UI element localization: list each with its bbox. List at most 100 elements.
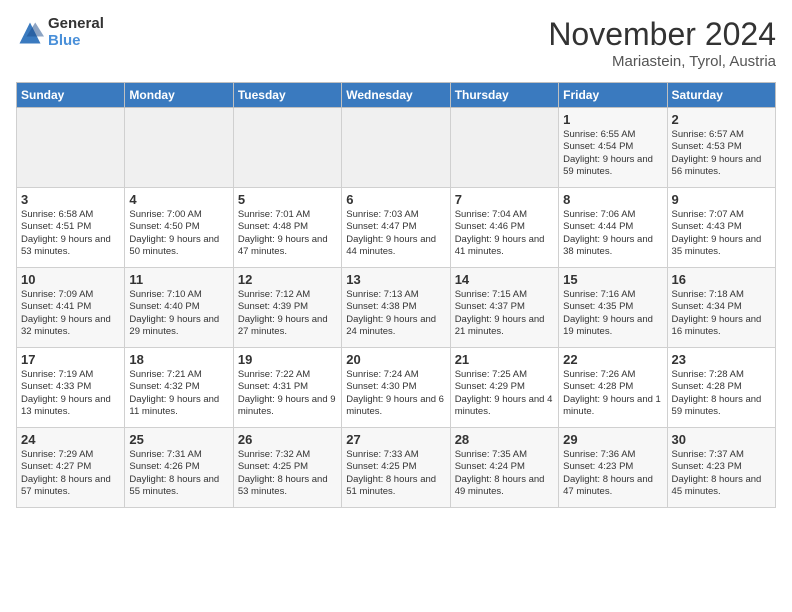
month-title: November 2024 bbox=[548, 16, 776, 53]
day-info: Sunset: 4:35 PM bbox=[563, 301, 662, 313]
day-info: Daylight: 9 hours and 16 minutes. bbox=[672, 314, 771, 339]
day-info: Daylight: 9 hours and 27 minutes. bbox=[238, 314, 337, 339]
day-info: Sunset: 4:25 PM bbox=[346, 461, 445, 473]
day-info: Sunrise: 7:29 AM bbox=[21, 449, 120, 461]
calendar-cell: 24Sunrise: 7:29 AMSunset: 4:27 PMDayligh… bbox=[17, 428, 125, 508]
logo-general: General bbox=[48, 16, 104, 33]
title-area: November 2024 Mariastein, Tyrol, Austria bbox=[548, 16, 776, 70]
calendar-cell: 14 Sunrise: 7:15 AMSunset: 4:37 PMDayligh… bbox=[450, 268, 558, 348]
calendar-cell: 26Sunrise: 7:32 AMSunset: 4:25 PMDayligh… bbox=[233, 428, 341, 508]
day-info: Sunrise: 7:24 AM bbox=[346, 369, 445, 381]
day-number: 3 bbox=[21, 192, 120, 207]
day-number: 10 bbox=[21, 272, 120, 287]
calendar-week-3: 10Sunrise: 7:09 AMSunset: 4:41 PMDayligh… bbox=[17, 268, 776, 348]
day-info: Sunrise: 7:06 AM bbox=[563, 209, 662, 221]
day-info: Sunset: 4:25 PM bbox=[238, 461, 337, 473]
day-info: Sunrise: 7:36 AM bbox=[563, 449, 662, 461]
day-number: 24 bbox=[21, 432, 120, 447]
day-info: Sunrise: 7:00 AM bbox=[129, 209, 228, 221]
day-info: Sunrise: 7:19 AM bbox=[21, 369, 120, 381]
day-number: 12 bbox=[238, 272, 337, 287]
day-info: Daylight: 9 hours and 32 minutes. bbox=[21, 314, 120, 339]
day-info: Sunrise: 7:04 AM bbox=[455, 209, 554, 221]
calendar-header-thursday: Thursday bbox=[450, 83, 558, 108]
day-number: 13 bbox=[346, 272, 445, 287]
day-info: Daylight: 9 hours and 4 minutes. bbox=[455, 394, 554, 419]
day-info: Sunset: 4:27 PM bbox=[21, 461, 120, 473]
day-number: 14 bbox=[455, 272, 554, 287]
day-number: 18 bbox=[129, 352, 228, 367]
logo: General Blue bbox=[16, 16, 104, 49]
day-info: Sunrise: 7:32 AM bbox=[238, 449, 337, 461]
calendar-cell: 13Sunrise: 7:13 AMSunset: 4:38 PMDayligh… bbox=[342, 268, 450, 348]
day-info: Sunrise: 7:07 AM bbox=[672, 209, 771, 221]
day-info: Sunset: 4:32 PM bbox=[129, 381, 228, 393]
day-info: Sunset: 4:23 PM bbox=[672, 461, 771, 473]
day-info: Sunrise: 7:15 AM bbox=[455, 289, 554, 301]
calendar-cell: 7Sunrise: 7:04 AMSunset: 4:46 PMDaylight… bbox=[450, 188, 558, 268]
day-number: 6 bbox=[346, 192, 445, 207]
day-info: Sunset: 4:33 PM bbox=[21, 381, 120, 393]
calendar-week-5: 24 Sunrise: 7:29 AMSunset: 4:27 PM Dayligh… bbox=[17, 428, 776, 508]
day-info: Sunset: 4:46 PM bbox=[455, 221, 554, 233]
day-number: 9 bbox=[672, 192, 771, 207]
day-info: Sunset: 4:51 PM bbox=[21, 221, 120, 233]
calendar-cell: 12Sunrise: 7:12 AMSunset: 4:39 PMDayligh… bbox=[233, 268, 341, 348]
day-number: 8 bbox=[563, 192, 662, 207]
day-info: Sunrise: 7:31 AM bbox=[129, 449, 228, 461]
day-info: Sunset: 4:44 PM bbox=[563, 221, 662, 233]
day-info: Daylight: 8 hours and 51 minutes. bbox=[346, 474, 445, 499]
day-info: Daylight: 9 hours and 21 minutes. bbox=[455, 314, 554, 339]
day-info: Daylight: 9 hours and 19 minutes. bbox=[563, 314, 662, 339]
day-number: 11 bbox=[129, 272, 228, 287]
day-info: Sunset: 4:50 PM bbox=[129, 221, 228, 233]
day-number: 30 bbox=[672, 432, 771, 447]
day-number: 28 bbox=[455, 432, 554, 447]
calendar-cell: 17Sunrise: 7:19 AMSunset: 4:33 PMDayligh… bbox=[17, 348, 125, 428]
day-info: Daylight: 9 hours and 9 minutes. bbox=[238, 394, 337, 419]
day-info: Sunrise: 7:22 AM bbox=[238, 369, 337, 381]
day-info: Daylight: 9 hours and 24 minutes. bbox=[346, 314, 445, 339]
day-info: Sunrise: 7:37 AM bbox=[672, 449, 771, 461]
logo-icon bbox=[16, 19, 44, 47]
calendar-cell: 21Sunrise: 7:25 AMSunset: 4:29 PMDayligh… bbox=[450, 348, 558, 428]
day-info: Sunrise: 7:28 AM bbox=[672, 369, 771, 381]
calendar-cell bbox=[17, 108, 125, 188]
day-number: 5 bbox=[238, 192, 337, 207]
day-info: Sunset: 4:28 PM bbox=[672, 381, 771, 393]
day-info: Sunrise: 7:25 AM bbox=[455, 369, 554, 381]
day-number: 7 bbox=[455, 192, 554, 207]
day-info: Daylight: 8 hours and 55 minutes. bbox=[129, 474, 228, 499]
day-info: Sunset: 4:48 PM bbox=[238, 221, 337, 233]
calendar-cell: 2Sunrise: 6:57 AMSunset: 4:53 PMDaylight… bbox=[667, 108, 775, 188]
calendar-cell: 19Sunrise: 7:22 AMSunset: 4:31 PMDayligh… bbox=[233, 348, 341, 428]
day-info: Sunset: 4:30 PM bbox=[346, 381, 445, 393]
calendar-cell: 23Sunrise: 7:28 AMSunset: 4:28 PMDayligh… bbox=[667, 348, 775, 428]
day-info: Sunrise: 7:01 AM bbox=[238, 209, 337, 221]
calendar-cell: 6Sunrise: 7:03 AMSunset: 4:47 PMDaylight… bbox=[342, 188, 450, 268]
calendar-cell: 5Sunrise: 7:01 AMSunset: 4:48 PMDaylight… bbox=[233, 188, 341, 268]
calendar-cell: 22Sunrise: 7:26 AMSunset: 4:28 PMDayligh… bbox=[559, 348, 667, 428]
page-header: General Blue November 2024 Mariastein, T… bbox=[16, 16, 776, 70]
logo-text: General Blue bbox=[48, 16, 104, 49]
calendar-cell: 1Sunrise: 6:55 AMSunset: 4:54 PMDaylight… bbox=[559, 108, 667, 188]
calendar-header-friday: Friday bbox=[559, 83, 667, 108]
day-info: Daylight: 9 hours and 59 minutes. bbox=[563, 154, 662, 179]
calendar-cell bbox=[233, 108, 341, 188]
day-info: Daylight: 9 hours and 44 minutes. bbox=[346, 234, 445, 259]
day-info: Daylight: 9 hours and 6 minutes. bbox=[346, 394, 445, 419]
day-info: Daylight: 9 hours and 50 minutes. bbox=[129, 234, 228, 259]
day-info: Daylight: 8 hours and 49 minutes. bbox=[455, 474, 554, 499]
calendar-cell: 20Sunrise: 7:24 AMSunset: 4:30 PMDayligh… bbox=[342, 348, 450, 428]
day-info: Sunset: 4:38 PM bbox=[346, 301, 445, 313]
day-info: Sunrise: 7:10 AM bbox=[129, 289, 228, 301]
calendar-cell: 28Sunrise: 7:35 AMSunset: 4:24 PMDayligh… bbox=[450, 428, 558, 508]
day-info: Sunset: 4:37 PM bbox=[455, 301, 554, 313]
day-info: Sunrise: 7:26 AM bbox=[563, 369, 662, 381]
day-info: Sunrise: 7:18 AM bbox=[672, 289, 771, 301]
day-info: Daylight: 8 hours and 47 minutes. bbox=[563, 474, 662, 499]
day-info: Sunset: 4:43 PM bbox=[672, 221, 771, 233]
calendar-cell: 3Sunrise: 6:58 AMSunset: 4:51 PMDaylight… bbox=[17, 188, 125, 268]
calendar-header-saturday: Saturday bbox=[667, 83, 775, 108]
day-info: Sunset: 4:29 PM bbox=[455, 381, 554, 393]
